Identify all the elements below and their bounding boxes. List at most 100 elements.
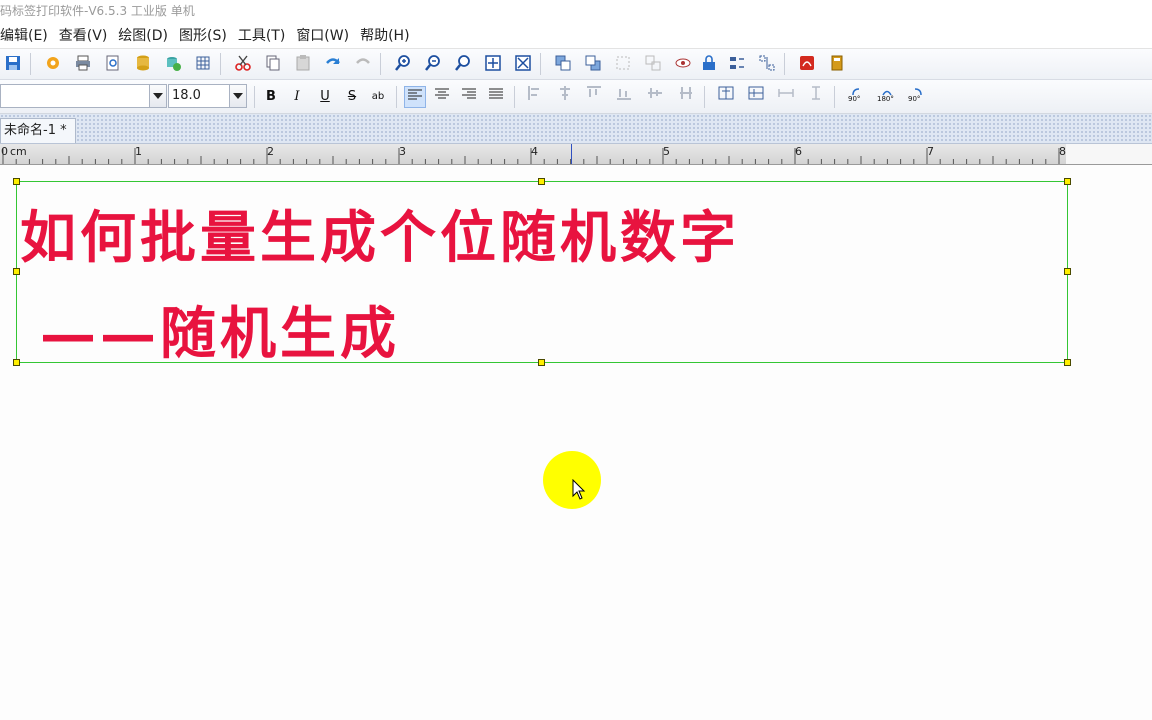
label-text-object[interactable]: 如何批量生成个位随机数字 ——随机生成 bbox=[20, 190, 1060, 382]
menu-bar: 编辑(E) 查看(V) 绘图(D) 图形(S) 工具(T) 窗口(W) 帮助(H… bbox=[0, 22, 1152, 49]
align-center-icon bbox=[435, 88, 449, 99]
lock-icon[interactable] bbox=[698, 52, 720, 74]
resize-handle-top-left[interactable] bbox=[13, 178, 20, 185]
align-objects-middle-icon[interactable] bbox=[644, 86, 666, 108]
center-horizontal-icon[interactable] bbox=[715, 86, 737, 108]
justify-icon bbox=[489, 88, 503, 99]
align-left-icon bbox=[408, 89, 422, 100]
toolbar-separator bbox=[704, 86, 705, 108]
ruler-label-0: 0 bbox=[1, 145, 8, 158]
ruler-end-area bbox=[1066, 144, 1152, 164]
rotate-left-90-button[interactable]: 90° bbox=[845, 86, 869, 108]
undo-icon[interactable] bbox=[322, 52, 344, 74]
toolbar-separator bbox=[30, 53, 31, 75]
label-text-line-2: ——随机生成 bbox=[40, 301, 400, 367]
pdf-icon[interactable] bbox=[796, 52, 818, 74]
group-icon[interactable] bbox=[612, 52, 634, 74]
cut-icon[interactable] bbox=[232, 52, 254, 74]
resize-handle-bottom-left[interactable] bbox=[13, 359, 20, 366]
underline-button[interactable]: U bbox=[314, 86, 336, 108]
database-icon[interactable] bbox=[132, 52, 154, 74]
copy-icon[interactable] bbox=[262, 52, 284, 74]
grid-icon[interactable] bbox=[192, 52, 214, 74]
visibility-icon[interactable] bbox=[672, 52, 694, 74]
same-width-icon[interactable] bbox=[775, 86, 797, 108]
align-objects-top-icon[interactable] bbox=[583, 86, 605, 108]
redo-icon[interactable] bbox=[352, 52, 374, 74]
font-name-select[interactable] bbox=[0, 84, 150, 108]
distribute-icon[interactable] bbox=[726, 52, 748, 74]
toolbar-separator bbox=[254, 86, 255, 108]
italic-button[interactable]: I bbox=[286, 86, 308, 108]
toolbar-separator bbox=[514, 86, 515, 108]
menu-window[interactable]: 窗口(W) bbox=[290, 25, 354, 45]
fit-page-icon[interactable] bbox=[482, 52, 504, 74]
rotate-right-label: 90° bbox=[908, 95, 921, 103]
ruler-position-marker bbox=[571, 144, 572, 164]
main-toolbar bbox=[0, 49, 1152, 80]
calculator-icon[interactable] bbox=[826, 52, 848, 74]
rotate-left-label: 90° bbox=[848, 95, 861, 103]
align-right-button[interactable] bbox=[458, 86, 480, 108]
menu-view[interactable]: 查看(V) bbox=[53, 25, 113, 45]
bring-forward-icon[interactable] bbox=[552, 52, 574, 74]
align-objects-left-icon[interactable] bbox=[524, 86, 546, 108]
toolbar-separator bbox=[396, 86, 397, 108]
align-objects-bottom-icon[interactable] bbox=[613, 86, 635, 108]
distribute-vertical-icon[interactable] bbox=[675, 86, 697, 108]
resize-handle-top-right[interactable] bbox=[1064, 178, 1071, 185]
settings-gear-icon[interactable] bbox=[42, 52, 64, 74]
center-vertical-icon[interactable] bbox=[745, 86, 767, 108]
toolbar-separator bbox=[784, 53, 785, 75]
zoom-out-icon[interactable] bbox=[422, 52, 444, 74]
same-height-icon[interactable] bbox=[805, 86, 827, 108]
ruler-label-6: 6 bbox=[795, 145, 802, 158]
font-size-select[interactable]: 18.0 bbox=[168, 84, 230, 108]
align-left-button[interactable] bbox=[404, 86, 426, 108]
resize-handle-left[interactable] bbox=[13, 268, 20, 275]
menu-edit[interactable]: 编辑(E) bbox=[0, 25, 53, 45]
paste-icon[interactable] bbox=[292, 52, 314, 74]
strikethrough-button[interactable]: S bbox=[341, 86, 363, 108]
align-objects-center-icon[interactable] bbox=[554, 86, 576, 108]
ungroup-icon[interactable] bbox=[642, 52, 664, 74]
char-spacing-button[interactable]: ab bbox=[367, 86, 389, 108]
ruler-label-3: 3 bbox=[399, 145, 406, 158]
align-center-button[interactable] bbox=[431, 86, 453, 108]
resize-handle-right[interactable] bbox=[1064, 268, 1071, 275]
justify-button[interactable] bbox=[485, 86, 507, 108]
print-preview-icon[interactable] bbox=[102, 52, 124, 74]
resize-handle-top[interactable] bbox=[538, 178, 545, 185]
zoom-in-icon[interactable] bbox=[392, 52, 414, 74]
toolbar-separator bbox=[540, 53, 541, 75]
save-icon[interactable] bbox=[2, 52, 24, 74]
chevron-down-icon[interactable] bbox=[149, 84, 167, 108]
menu-tools[interactable]: 工具(T) bbox=[232, 25, 290, 45]
resize-handle-bottom-right[interactable] bbox=[1064, 359, 1071, 366]
rotate-180-label: 180° bbox=[877, 95, 894, 103]
menu-shape[interactable]: 图形(S) bbox=[173, 25, 232, 45]
horizontal-ruler: 0 cm 1 2 3 4 5 6 7 8 bbox=[0, 144, 1152, 165]
print-icon[interactable] bbox=[72, 52, 94, 74]
zoom-actual-icon[interactable] bbox=[452, 52, 474, 74]
menu-help[interactable]: 帮助(H) bbox=[354, 25, 414, 45]
send-backward-icon[interactable] bbox=[582, 52, 604, 74]
ruler-label-2: 2 bbox=[267, 145, 274, 158]
mouse-pointer-icon bbox=[572, 479, 586, 500]
toolbar-separator bbox=[834, 86, 835, 108]
menu-draw[interactable]: 绘图(D) bbox=[112, 25, 173, 45]
fit-width-icon[interactable] bbox=[512, 52, 534, 74]
label-text-line-1: 如何批量生成个位随机数字 bbox=[20, 205, 740, 271]
ruler-label-5: 5 bbox=[663, 145, 670, 158]
tab-untitled-1[interactable]: 未命名-1 * bbox=[0, 118, 76, 143]
rotate-180-button[interactable]: 180° bbox=[875, 86, 899, 108]
database-connect-icon[interactable] bbox=[162, 52, 184, 74]
ruler-label-8: 8 bbox=[1059, 145, 1066, 158]
window-title: 码标签打印软件-V6.5.3 工业版 单机 bbox=[0, 0, 1152, 22]
align-icon[interactable] bbox=[756, 52, 778, 74]
resize-handle-bottom[interactable] bbox=[538, 359, 545, 366]
rotate-right-90-button[interactable]: 90° bbox=[905, 86, 929, 108]
chevron-down-icon[interactable] bbox=[229, 84, 247, 108]
ruler-label-7: 7 bbox=[927, 145, 934, 158]
bold-button[interactable]: B bbox=[260, 86, 282, 108]
